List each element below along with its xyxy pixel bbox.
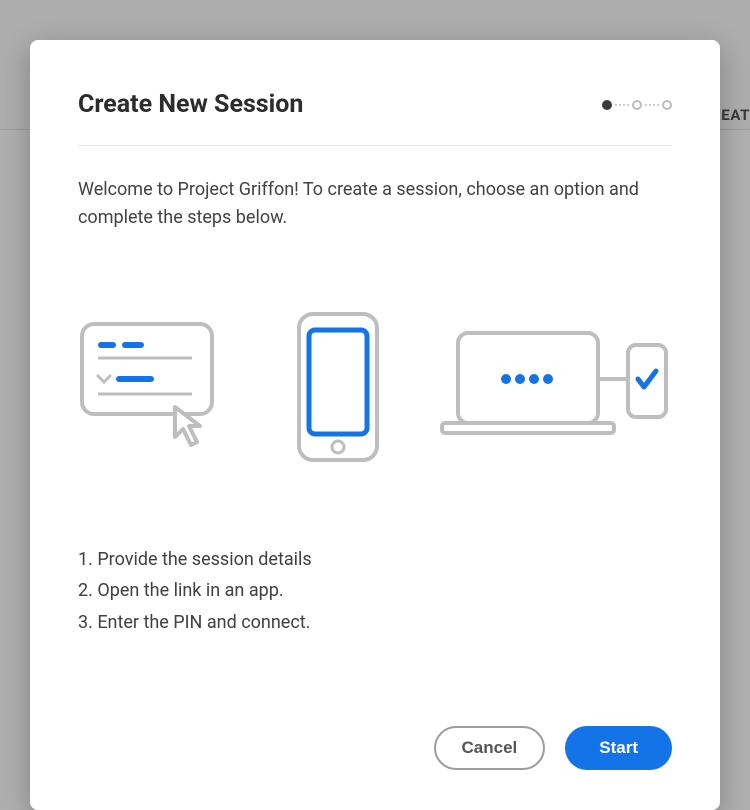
dialog-title: Create New Session [78, 90, 303, 119]
dialog-footer: Cancel Start [78, 696, 672, 770]
instruction-steps: 1. Provide the session details 2. Open t… [78, 544, 672, 639]
create-session-dialog: Create New Session Welcome to Project Gr… [30, 40, 720, 810]
illustration-row [78, 312, 672, 466]
laptop-phone-illustration-icon [440, 327, 670, 451]
step-indicator [602, 100, 672, 110]
cancel-button[interactable]: Cancel [434, 726, 546, 770]
form-illustration-icon [80, 322, 235, 456]
phone-illustration-icon [297, 312, 379, 466]
step-dot-2 [632, 100, 642, 110]
step-item-3: 3. Enter the PIN and connect. [78, 607, 672, 639]
step-connector [615, 104, 629, 106]
start-button[interactable]: Start [565, 726, 672, 770]
step-dot-3 [662, 100, 672, 110]
step-item-1: 1. Provide the session details [78, 544, 672, 576]
welcome-text: Welcome to Project Griffon! To create a … [78, 176, 672, 232]
step-connector [645, 104, 659, 106]
step-item-2: 2. Open the link in an app. [78, 575, 672, 607]
truncated-background-button: EAT [721, 106, 750, 124]
step-dot-1 [602, 100, 612, 110]
dialog-header: Create New Session [78, 90, 672, 146]
